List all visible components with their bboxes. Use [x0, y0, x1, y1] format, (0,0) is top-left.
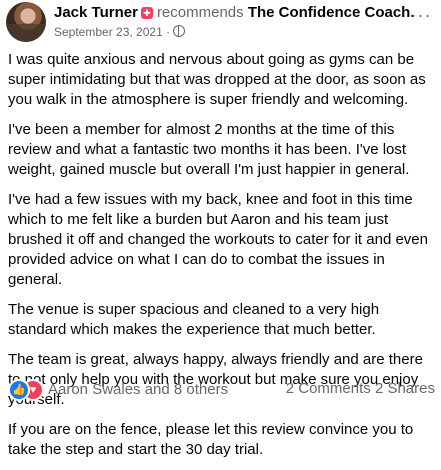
- avatar[interactable]: [6, 2, 46, 42]
- post-date[interactable]: September 23, 2021: [54, 25, 163, 39]
- like-icon: 👍: [8, 379, 30, 401]
- shares-count[interactable]: 2 Shares: [375, 380, 435, 397]
- review-paragraph: I was quite anxious and nervous about go…: [8, 51, 426, 108]
- review-paragraph: I've been a member for almost 2 months a…: [8, 121, 410, 178]
- post-meta: September 23, 2021 ·: [54, 24, 186, 40]
- engagement-counts: 2 Comments 2 Shares: [286, 380, 435, 398]
- post-header: Jack Turner ✚ recommends The Confidence Co…: [6, 2, 436, 42]
- review-paragraph: If you are on the fence, please let this…: [8, 421, 414, 458]
- recommend-badge-icon: ✚: [140, 7, 153, 19]
- page-name[interactable]: The Confidence Coach.: [248, 4, 415, 21]
- recommends-text: recommends: [156, 4, 244, 21]
- globe-icon: [173, 25, 186, 37]
- comments-count[interactable]: 2 Comments: [286, 380, 371, 397]
- review-paragraph: I've had a few issues with my back, knee…: [8, 191, 428, 288]
- review-body: I was quite anxious and nervous about go…: [8, 50, 436, 470]
- header-line: Jack Turner ✚ recommends The Confidence Co…: [54, 4, 415, 22]
- reactions-text[interactable]: Aaron Swales and 8 others: [48, 381, 228, 399]
- review-post: Jack Turner ✚ recommends The Confidence Co…: [0, 0, 441, 458]
- post-footer: 👍 ♥ Aaron Swales and 8 others 2 Comments…: [0, 378, 441, 401]
- meta-separator: ·: [166, 25, 171, 39]
- review-paragraph: The venue is super spacious and cleaned …: [8, 301, 380, 338]
- author-name[interactable]: Jack Turner: [54, 4, 138, 21]
- more-horizontal-icon[interactable]: ···: [410, 6, 432, 24]
